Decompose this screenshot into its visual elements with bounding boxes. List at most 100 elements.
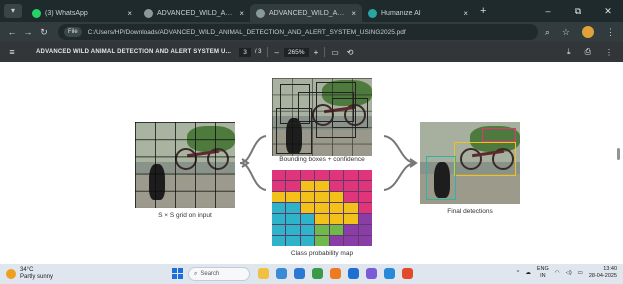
probability-cell [329,236,344,246]
tab-close-icon[interactable]: × [351,9,356,18]
scrollbar-thumb[interactable] [617,148,620,160]
browser-tab[interactable]: ADVANCED_WILD_ANIMAL_D × [138,4,250,22]
probability-cell [344,236,358,246]
system-tray: ^ ☁ ENG IN ◠ ◁) ▭ 13:40 28-04-2025 [517,266,617,280]
browser-tab[interactable]: Humanize AI × [362,4,474,22]
pdf-title: ADVANCED WILD ANIMAL DETECTION AND ALERT… [36,49,232,55]
probability-cell [286,225,300,235]
page-total: / 3 [254,49,262,55]
taskbar-app-icon[interactable] [330,268,341,279]
tab-favicon-icon [256,8,265,18]
maximize-button[interactable]: ⧉ [563,0,593,22]
zoom-in-button[interactable]: + [314,48,319,57]
probability-cell [329,170,344,180]
probability-cell [315,214,329,224]
probability-cell [286,181,300,191]
search-placeholder: Search [200,271,220,277]
bounding-box [276,108,312,154]
address-bar-row: ← → ↻ File C:/Users/HP/Downloads/ADVANCE… [0,22,623,42]
volume-icon[interactable]: ◁) [566,270,572,276]
minimize-button[interactable]: – [533,0,563,22]
print-icon[interactable]: ⎙ [585,47,591,57]
taskbar-app-icon[interactable] [294,268,305,279]
taskbar-app-icon[interactable] [366,268,377,279]
browser-tab[interactable]: (3) WhatsApp × [26,4,138,22]
probability-cell [286,236,300,246]
toolbar-divider [324,47,326,57]
caption-final-detections: Final detections [447,208,493,215]
probability-cell [300,192,315,202]
close-window-button[interactable]: ✕ [593,0,623,22]
pdf-sidebar-menu-icon[interactable]: ≡ [2,47,22,57]
detection-box-dog [426,156,456,200]
forward-icon[interactable]: → [20,27,36,37]
browser-tab[interactable]: ADVANCED_WILD_ANIMAL_D × [250,4,362,22]
taskbar-app-icon[interactable] [348,268,359,279]
caption-input-grid: S × S grid on input [158,212,212,219]
probability-cell [329,181,344,191]
probability-cell [272,236,286,246]
pdf-more-icon[interactable]: ⋮ [605,48,613,57]
probability-cell [329,214,344,224]
taskbar-app-icon[interactable] [384,268,395,279]
weather-description: Partly sunny [20,274,54,280]
battery-icon[interactable]: ▭ [578,270,583,276]
chevron-up-icon[interactable]: ^ [517,270,520,276]
probability-cell [315,225,329,235]
tab-close-icon[interactable]: × [127,9,132,18]
address-input[interactable]: File C:/Users/HP/Downloads/ADVANCED_WILD… [58,24,538,40]
download-icon[interactable]: ⤓ [567,47,571,57]
taskbar-app-icon[interactable] [312,268,323,279]
file-chip[interactable]: File [64,27,82,37]
pdf-toolbar: ≡ ADVANCED WILD ANIMAL DETECTION AND ALE… [0,42,623,62]
weather-widget[interactable]: 34°C Partly sunny [6,267,53,281]
bounding-box [332,98,368,128]
tab-favicon-icon [144,8,153,18]
tab-search-menu-icon[interactable]: ▾ [4,4,22,18]
tab-close-icon[interactable]: × [239,9,244,18]
zoom-magnifier-icon[interactable]: ⌕ [545,27,550,38]
pdf-toolbar-actions: ⤓ ⎙ ⋮ [567,42,613,62]
bounding-box-image [272,78,372,160]
wifi-icon[interactable]: ◠ [555,270,560,276]
weather-text: 34°C Partly sunny [20,267,53,281]
tab-close-icon[interactable]: × [463,9,468,18]
probability-cell [358,225,372,235]
probability-cell [344,214,358,224]
probability-cell [358,203,372,213]
probability-cell [300,236,315,246]
tab-title: Humanize AI [381,9,421,17]
language-indicator[interactable]: ENG IN [537,266,549,280]
probability-cell [358,214,372,224]
fit-page-icon[interactable]: ▭ [331,48,339,57]
taskbar-app-icon[interactable] [276,268,287,279]
probability-cell [286,170,300,180]
probability-cell [272,170,286,180]
profile-avatar[interactable] [582,26,594,38]
windows-start-icon[interactable] [172,268,183,279]
zoom-out-button[interactable]: – [274,48,278,57]
rotate-icon[interactable]: ⟲ [347,48,354,57]
clock[interactable]: 13:40 28-04-2025 [589,266,617,280]
page-number-input[interactable]: 3 [239,47,251,57]
pinned-apps [258,268,413,279]
new-tab-button[interactable]: + [480,5,486,17]
reload-icon[interactable]: ↻ [36,27,52,38]
window-controls: – ⧉ ✕ [533,0,623,22]
zoom-level-input[interactable]: 265% [283,47,309,57]
taskbar-app-icon[interactable] [258,268,269,279]
toolbar-divider [267,47,269,57]
caption-class-probability: Class probability map [290,250,354,257]
split-arrow-icon [239,135,267,191]
back-icon[interactable]: ← [4,27,20,37]
cloud-icon[interactable]: ☁ [525,270,531,276]
taskbar-app-icon[interactable] [402,268,413,279]
language-region: IN [540,273,546,279]
pdf-page-view[interactable]: S × S grid on input Bounding boxes + con… [0,62,623,264]
taskbar-search-box[interactable]: ⌕ Search [188,267,250,281]
browser-menu-icon[interactable]: ⋮ [606,27,615,38]
probability-cell [329,192,344,202]
probability-cell [300,181,315,191]
probability-cell [286,203,300,213]
bookmark-star-icon[interactable]: ☆ [562,27,570,38]
